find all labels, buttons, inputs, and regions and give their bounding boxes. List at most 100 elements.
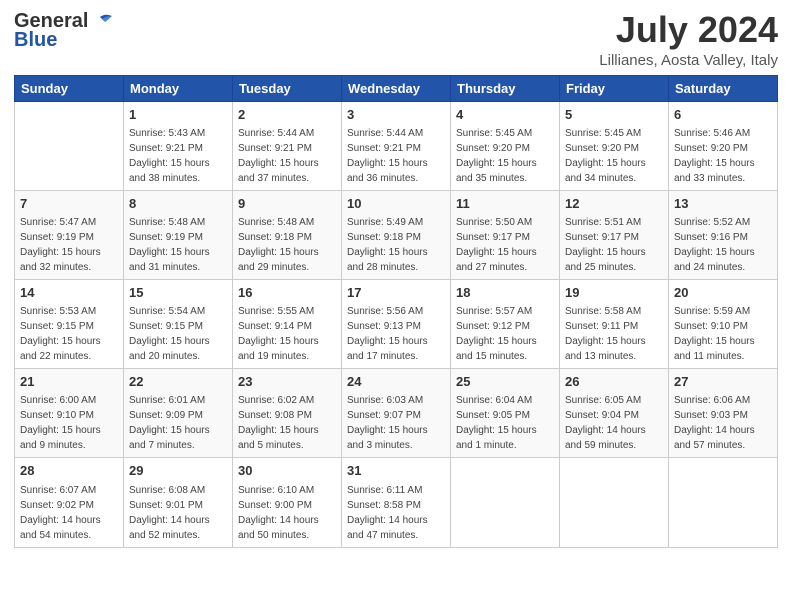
- day-number: 14: [20, 284, 118, 302]
- cell-info: Sunrise: 6:08 AMSunset: 9:01 PMDaylight:…: [129, 485, 210, 541]
- calendar-cell: 2Sunrise: 5:44 AMSunset: 9:21 PMDaylight…: [233, 101, 342, 190]
- day-number: 22: [129, 373, 227, 391]
- calendar-week-1: 1 Sunrise: 5:43 AMSunset: 9:21 PMDaylight…: [15, 101, 778, 190]
- cell-info: Sunrise: 5:44 AMSunset: 9:21 PMDaylight:…: [347, 128, 428, 184]
- calendar-cell: 17 Sunrise: 5:56 AMSunset: 9:13 PMDayligh…: [342, 279, 451, 368]
- cell-info: Sunrise: 6:10 AMSunset: 9:00 PMDaylight:…: [238, 485, 319, 541]
- cell-info: Sunrise: 6:00 AMSunset: 9:10 PMDaylight:…: [20, 395, 101, 451]
- cell-info: Sunrise: 5:57 AMSunset: 9:12 PMDaylight:…: [456, 306, 537, 362]
- calendar-cell: 27Sunrise: 6:06 AMSunset: 9:03 PMDayligh…: [669, 369, 778, 458]
- cell-info: Sunrise: 5:53 AMSunset: 9:15 PMDaylight:…: [20, 306, 101, 362]
- calendar-cell: 21 Sunrise: 6:00 AMSunset: 9:10 PMDayligh…: [15, 369, 124, 458]
- cell-info: Sunrise: 5:51 AMSunset: 9:17 PMDaylight:…: [565, 217, 646, 273]
- cell-info: Sunrise: 5:48 AMSunset: 9:19 PMDaylight:…: [129, 217, 210, 273]
- calendar-cell: 23 Sunrise: 6:02 AMSunset: 9:08 PMDayligh…: [233, 369, 342, 458]
- day-number: 6: [674, 106, 772, 124]
- header-thursday: Thursday: [451, 75, 560, 101]
- cell-info: Sunrise: 5:49 AMSunset: 9:18 PMDaylight:…: [347, 217, 428, 273]
- cell-info: Sunrise: 5:50 AMSunset: 9:17 PMDaylight:…: [456, 217, 537, 273]
- header-friday: Friday: [560, 75, 669, 101]
- calendar-cell: 13 Sunrise: 5:52 AMSunset: 9:16 PMDayligh…: [669, 190, 778, 279]
- calendar-cell: 12 Sunrise: 5:51 AMSunset: 9:17 PMDayligh…: [560, 190, 669, 279]
- cell-info: Sunrise: 6:01 AMSunset: 9:09 PMDaylight:…: [129, 395, 210, 451]
- day-number: 10: [347, 195, 445, 213]
- calendar-cell: 26 Sunrise: 6:05 AMSunset: 9:04 PMDayligh…: [560, 369, 669, 458]
- cell-info: Sunrise: 5:48 AMSunset: 9:18 PMDaylight:…: [238, 217, 319, 273]
- cell-info: Sunrise: 5:56 AMSunset: 9:13 PMDaylight:…: [347, 306, 428, 362]
- day-number: 30: [238, 462, 336, 480]
- cell-info: Sunrise: 5:55 AMSunset: 9:14 PMDaylight:…: [238, 306, 319, 362]
- calendar-cell: 3Sunrise: 5:44 AMSunset: 9:21 PMDaylight…: [342, 101, 451, 190]
- calendar-cell: 18 Sunrise: 5:57 AMSunset: 9:12 PMDayligh…: [451, 279, 560, 368]
- cell-info: Sunrise: 5:43 AMSunset: 9:21 PMDaylight:…: [129, 128, 210, 184]
- calendar-cell: 19Sunrise: 5:58 AMSunset: 9:11 PMDayligh…: [560, 279, 669, 368]
- calendar-cell: 10 Sunrise: 5:49 AMSunset: 9:18 PMDayligh…: [342, 190, 451, 279]
- day-number: 23: [238, 373, 336, 391]
- cell-info: Sunrise: 6:07 AMSunset: 9:02 PMDaylight:…: [20, 485, 101, 541]
- title-block: July 2024 Lillianes, Aosta Valley, Italy: [599, 10, 778, 69]
- day-number: 26: [565, 373, 663, 391]
- calendar-cell: 14 Sunrise: 5:53 AMSunset: 9:15 PMDayligh…: [15, 279, 124, 368]
- header: General Blue July 2024 Lillianes, Aosta …: [14, 10, 778, 69]
- day-number: 27: [674, 373, 772, 391]
- header-saturday: Saturday: [669, 75, 778, 101]
- calendar-cell: 9 Sunrise: 5:48 AMSunset: 9:18 PMDaylight…: [233, 190, 342, 279]
- logo-blue-text: Blue: [14, 29, 57, 52]
- day-number: 1: [129, 106, 227, 124]
- day-number: 8: [129, 195, 227, 213]
- calendar-cell: 4Sunrise: 5:45 AMSunset: 9:20 PMDaylight…: [451, 101, 560, 190]
- calendar-cell: [451, 458, 560, 547]
- day-number: 21: [20, 373, 118, 391]
- cell-info: Sunrise: 6:04 AMSunset: 9:05 PMDaylight:…: [456, 395, 537, 451]
- calendar-cell: 29Sunrise: 6:08 AMSunset: 9:01 PMDayligh…: [124, 458, 233, 547]
- cell-info: Sunrise: 5:46 AMSunset: 9:20 PMDaylight:…: [674, 128, 755, 184]
- day-number: 9: [238, 195, 336, 213]
- calendar-cell: 5 Sunrise: 5:45 AMSunset: 9:20 PMDaylight…: [560, 101, 669, 190]
- cell-info: Sunrise: 6:02 AMSunset: 9:08 PMDaylight:…: [238, 395, 319, 451]
- cell-info: Sunrise: 6:03 AMSunset: 9:07 PMDaylight:…: [347, 395, 428, 451]
- day-number: 12: [565, 195, 663, 213]
- day-number: 19: [565, 284, 663, 302]
- calendar-cell: 22 Sunrise: 6:01 AMSunset: 9:09 PMDayligh…: [124, 369, 233, 458]
- day-number: 5: [565, 106, 663, 124]
- calendar-cell: 8 Sunrise: 5:48 AMSunset: 9:19 PMDaylight…: [124, 190, 233, 279]
- header-monday: Monday: [124, 75, 233, 101]
- calendar-cell: [15, 101, 124, 190]
- day-number: 18: [456, 284, 554, 302]
- day-number: 20: [674, 284, 772, 302]
- calendar-cell: 25Sunrise: 6:04 AMSunset: 9:05 PMDayligh…: [451, 369, 560, 458]
- main-title: July 2024: [599, 10, 778, 50]
- cell-info: Sunrise: 5:45 AMSunset: 9:20 PMDaylight:…: [456, 128, 537, 184]
- calendar-table: Sunday Monday Tuesday Wednesday Thursday…: [14, 75, 778, 548]
- calendar-header-row: Sunday Monday Tuesday Wednesday Thursday…: [15, 75, 778, 101]
- day-number: 17: [347, 284, 445, 302]
- calendar-cell: 15 Sunrise: 5:54 AMSunset: 9:15 PMDayligh…: [124, 279, 233, 368]
- cell-info: Sunrise: 5:52 AMSunset: 9:16 PMDaylight:…: [674, 217, 755, 273]
- calendar-week-2: 7 Sunrise: 5:47 AMSunset: 9:19 PMDaylight…: [15, 190, 778, 279]
- header-sunday: Sunday: [15, 75, 124, 101]
- cell-info: Sunrise: 6:05 AMSunset: 9:04 PMDaylight:…: [565, 395, 646, 451]
- day-number: 7: [20, 195, 118, 213]
- day-number: 24: [347, 373, 445, 391]
- calendar-cell: 11 Sunrise: 5:50 AMSunset: 9:17 PMDayligh…: [451, 190, 560, 279]
- day-number: 11: [456, 195, 554, 213]
- calendar-cell: 1 Sunrise: 5:43 AMSunset: 9:21 PMDaylight…: [124, 101, 233, 190]
- cell-info: Sunrise: 6:11 AMSunset: 8:58 PMDaylight:…: [347, 485, 428, 541]
- day-number: 13: [674, 195, 772, 213]
- header-wednesday: Wednesday: [342, 75, 451, 101]
- calendar-cell: 31Sunrise: 6:11 AMSunset: 8:58 PMDayligh…: [342, 458, 451, 547]
- day-number: 2: [238, 106, 336, 124]
- cell-info: Sunrise: 5:54 AMSunset: 9:15 PMDaylight:…: [129, 306, 210, 362]
- calendar-cell: 24 Sunrise: 6:03 AMSunset: 9:07 PMDayligh…: [342, 369, 451, 458]
- calendar-cell: 6 Sunrise: 5:46 AMSunset: 9:20 PMDaylight…: [669, 101, 778, 190]
- cell-info: Sunrise: 5:45 AMSunset: 9:20 PMDaylight:…: [565, 128, 646, 184]
- calendar-cell: [560, 458, 669, 547]
- calendar-cell: 28 Sunrise: 6:07 AMSunset: 9:02 PMDayligh…: [15, 458, 124, 547]
- cell-info: Sunrise: 5:47 AMSunset: 9:19 PMDaylight:…: [20, 217, 101, 273]
- day-number: 28: [20, 462, 118, 480]
- day-number: 15: [129, 284, 227, 302]
- cell-info: Sunrise: 5:59 AMSunset: 9:10 PMDaylight:…: [674, 306, 755, 362]
- calendar-cell: 20 Sunrise: 5:59 AMSunset: 9:10 PMDayligh…: [669, 279, 778, 368]
- subtitle: Lillianes, Aosta Valley, Italy: [599, 52, 778, 69]
- calendar-week-5: 28 Sunrise: 6:07 AMSunset: 9:02 PMDayligh…: [15, 458, 778, 547]
